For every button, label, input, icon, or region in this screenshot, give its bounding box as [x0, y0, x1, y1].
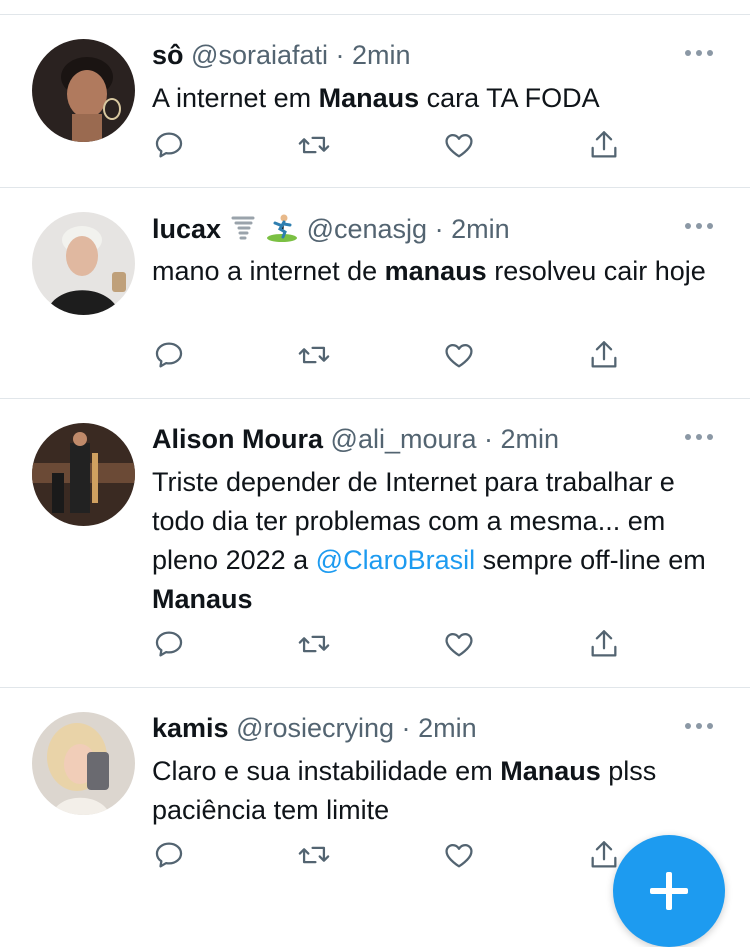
like-icon[interactable] [442, 128, 476, 162]
tornado-emoji [227, 212, 259, 251]
tweet-text: Claro e sua instabilidade em Manaus plss… [152, 752, 727, 830]
surfer-emoji [265, 212, 299, 251]
highlighted-keyword: Manaus [500, 756, 601, 786]
tweet-text: mano a internet de manaus resolveu cair … [152, 252, 712, 291]
action-bar [152, 128, 632, 162]
avatar[interactable] [32, 212, 135, 315]
reply-icon[interactable] [152, 338, 186, 372]
separator: · [401, 713, 411, 743]
retweet-icon[interactable] [297, 838, 331, 872]
share-icon[interactable] [587, 128, 621, 162]
username[interactable]: @soraiafati [191, 40, 328, 70]
highlighted-keyword: manaus [384, 256, 487, 286]
tweet-text: Triste depender de Internet para trabalh… [152, 463, 727, 619]
like-icon[interactable] [442, 838, 476, 872]
share-icon[interactable] [587, 627, 621, 661]
tweet-header: sô @soraiafati · 2min [152, 39, 411, 71]
like-icon[interactable] [442, 338, 476, 372]
username[interactable]: @ali_moura [331, 424, 477, 454]
reply-icon[interactable] [152, 128, 186, 162]
retweet-icon[interactable] [297, 338, 331, 372]
avatar[interactable] [32, 712, 135, 815]
username[interactable]: @rosiecrying [236, 713, 394, 743]
more-options-icon[interactable] [684, 49, 714, 57]
timestamp[interactable]: 2min [451, 214, 510, 244]
tweet-header: Alison Moura @ali_moura · 2min [152, 423, 559, 455]
text-segment: mano a internet de [152, 256, 385, 286]
text-segment: sempre off-line em [475, 545, 706, 575]
username[interactable]: @cenasjg [307, 214, 427, 244]
action-bar [152, 838, 632, 872]
highlighted-keyword: Manaus [318, 83, 420, 113]
display-name[interactable]: lucax [152, 214, 221, 244]
share-icon[interactable] [587, 838, 621, 872]
text-segment: resolveu cair hoje [486, 256, 706, 286]
share-icon[interactable] [587, 338, 621, 372]
separator: · [335, 40, 345, 70]
more-options-icon[interactable] [684, 433, 714, 441]
text-segment: cara TA FODA [419, 83, 600, 113]
retweet-icon[interactable] [297, 627, 331, 661]
mention-link[interactable]: @ClaroBrasil [316, 545, 475, 575]
avatar[interactable] [32, 39, 135, 142]
tweet-text: A internet em Manaus cara TA FODA [152, 79, 742, 118]
more-options-icon[interactable] [684, 722, 714, 730]
tweet[interactable]: sô @soraiafati · 2min A internet em Mana… [0, 15, 750, 188]
timestamp[interactable]: 2min [418, 713, 477, 743]
display-name[interactable]: sô [152, 40, 184, 70]
like-icon[interactable] [442, 627, 476, 661]
tweet-header: lucax @cenasjg · 2min [152, 212, 510, 251]
avatar[interactable] [32, 423, 135, 526]
text-segment: A internet em [152, 83, 319, 113]
tweet-header: kamis @rosiecrying · 2min [152, 712, 477, 744]
more-options-icon[interactable] [684, 222, 714, 230]
text-segment: Claro e sua instabilidade em [152, 756, 501, 786]
compose-tweet-button[interactable] [613, 835, 725, 947]
action-bar [152, 338, 632, 372]
tweet[interactable]: lucax @cenasjg · 2min mano a internet de… [0, 188, 750, 399]
action-bar [152, 627, 632, 661]
tweet[interactable]: Alison Moura @ali_moura · 2min Triste de… [0, 399, 750, 688]
separator: · [484, 424, 494, 454]
timestamp[interactable]: 2min [501, 424, 560, 454]
reply-icon[interactable] [152, 838, 186, 872]
timestamp[interactable]: 2min [352, 40, 411, 70]
separator: · [434, 214, 444, 244]
display-name[interactable]: Alison Moura [152, 424, 323, 454]
display-name[interactable]: kamis [152, 713, 229, 743]
highlighted-keyword: Manaus [152, 584, 253, 614]
reply-icon[interactable] [152, 627, 186, 661]
retweet-icon[interactable] [297, 128, 331, 162]
